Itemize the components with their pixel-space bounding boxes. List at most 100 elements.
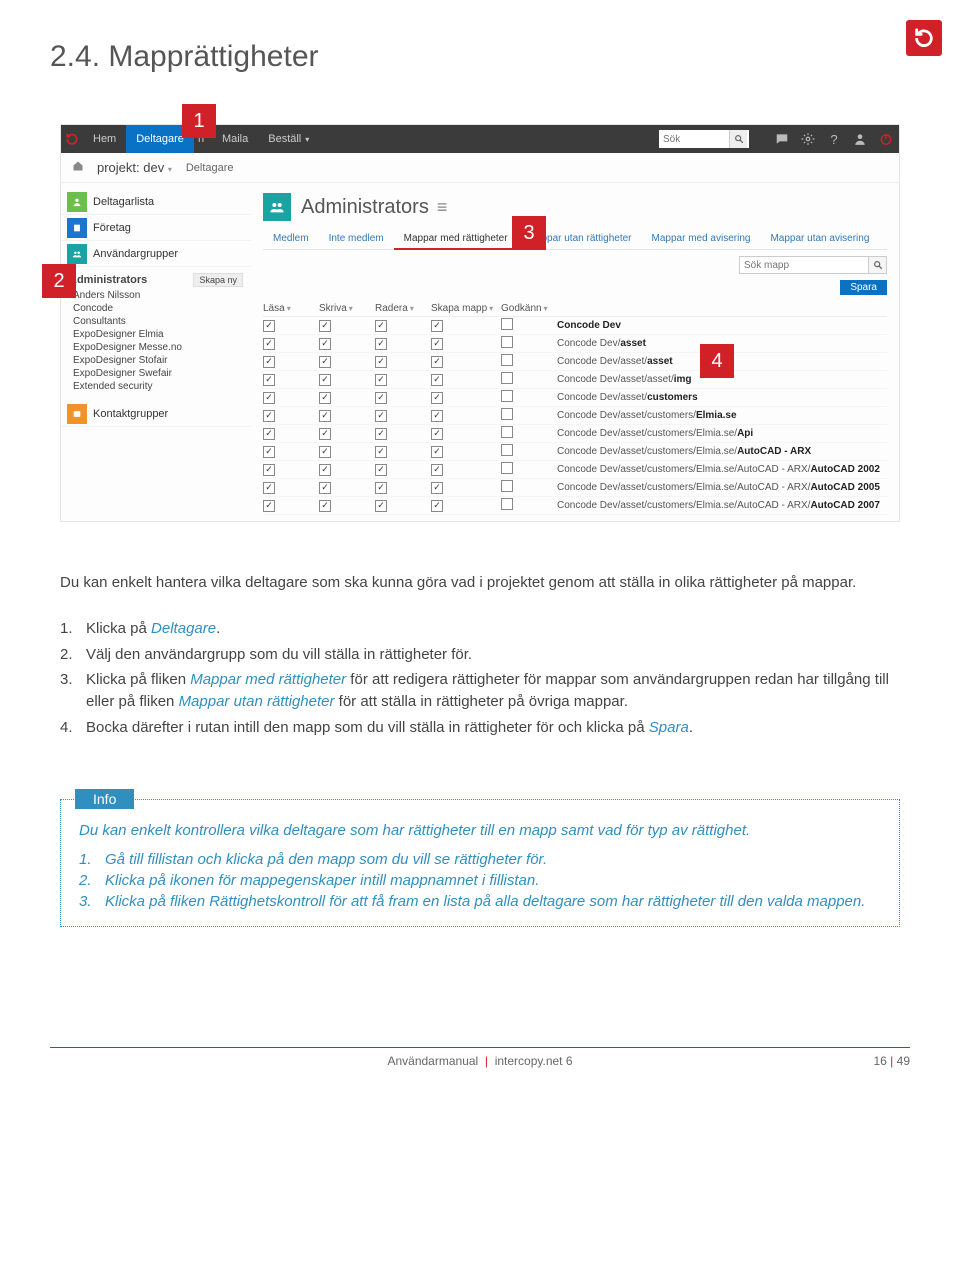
group-admin-head[interactable]: Administrators bbox=[69, 274, 147, 286]
checkbox[interactable]: ✓ bbox=[375, 392, 387, 404]
checkbox[interactable]: ✓ bbox=[319, 464, 331, 476]
checkbox[interactable]: ✓ bbox=[263, 356, 275, 368]
sidebar-item-anvandargrupper[interactable]: Användargrupper bbox=[61, 241, 251, 267]
checkbox[interactable]: ✓ bbox=[263, 446, 275, 458]
chat-icon[interactable] bbox=[769, 125, 795, 153]
checkbox[interactable]: ✓ bbox=[431, 356, 443, 368]
checkbox[interactable]: ✓ bbox=[431, 482, 443, 494]
checkbox[interactable]: ✓ bbox=[319, 356, 331, 368]
sidebar-group-item[interactable]: ExpoDesigner Elmia bbox=[69, 328, 243, 341]
folder-search-input[interactable] bbox=[739, 256, 869, 274]
checkbox[interactable] bbox=[501, 372, 513, 384]
folder-search-button[interactable] bbox=[869, 256, 887, 274]
checkbox[interactable]: ✓ bbox=[263, 428, 275, 440]
save-button[interactable]: Spara bbox=[840, 280, 887, 295]
menu-icon[interactable]: ≡ bbox=[437, 197, 448, 218]
nav-hem[interactable]: Hem bbox=[83, 125, 126, 153]
home-icon[interactable] bbox=[69, 160, 87, 175]
checkbox[interactable]: ✓ bbox=[263, 392, 275, 404]
create-group-button[interactable]: Skapa ny bbox=[193, 273, 243, 287]
sidebar-item-deltagarlista[interactable]: Deltagarlista bbox=[61, 189, 251, 215]
checkbox[interactable]: ✓ bbox=[319, 392, 331, 404]
checkbox[interactable]: ✓ bbox=[375, 320, 387, 332]
sidebar-group-item[interactable]: ExpoDesigner Stofair bbox=[69, 354, 243, 367]
checkbox[interactable]: ✓ bbox=[431, 392, 443, 404]
sidebar-item-foretag[interactable]: Företag bbox=[61, 215, 251, 241]
checkbox[interactable]: ✓ bbox=[319, 338, 331, 350]
checkbox[interactable]: ✓ bbox=[375, 500, 387, 512]
user-icon[interactable] bbox=[847, 125, 873, 153]
checkbox[interactable]: ✓ bbox=[263, 374, 275, 386]
gear-icon[interactable] bbox=[795, 125, 821, 153]
checkbox[interactable] bbox=[501, 354, 513, 366]
checkbox[interactable]: ✓ bbox=[375, 410, 387, 422]
checkbox[interactable]: ✓ bbox=[431, 428, 443, 440]
building-icon bbox=[67, 218, 87, 238]
checkbox[interactable] bbox=[501, 426, 513, 438]
checkbox[interactable]: ✓ bbox=[375, 482, 387, 494]
sidebar-group-item[interactable]: ExpoDesigner Swefair bbox=[69, 367, 243, 380]
help-icon[interactable]: ? bbox=[821, 125, 847, 153]
sidebar-group-item[interactable]: Concode bbox=[69, 302, 243, 315]
checkbox[interactable] bbox=[501, 444, 513, 456]
checkbox[interactable]: ✓ bbox=[263, 338, 275, 350]
checkbox[interactable]: ✓ bbox=[375, 356, 387, 368]
checkbox[interactable]: ✓ bbox=[375, 374, 387, 386]
checkbox[interactable]: ✓ bbox=[431, 374, 443, 386]
checkbox[interactable] bbox=[501, 318, 513, 330]
tab-0[interactable]: Medlem bbox=[263, 229, 319, 249]
global-search-input[interactable] bbox=[659, 134, 729, 145]
checkbox[interactable]: ✓ bbox=[319, 320, 331, 332]
checkbox[interactable] bbox=[501, 480, 513, 492]
global-search[interactable] bbox=[659, 130, 749, 148]
tab-1[interactable]: Inte medlem bbox=[319, 229, 394, 249]
checkbox[interactable]: ✓ bbox=[319, 500, 331, 512]
checkbox[interactable]: ✓ bbox=[319, 410, 331, 422]
checkbox[interactable]: ✓ bbox=[431, 464, 443, 476]
checkbox[interactable]: ✓ bbox=[375, 428, 387, 440]
info-lead: Du kan enkelt kontrollera vilka deltagar… bbox=[79, 822, 881, 839]
checkbox[interactable]: ✓ bbox=[263, 464, 275, 476]
perm-col-head[interactable]: Godkänn▾ bbox=[501, 303, 557, 314]
perm-col-head[interactable]: Radera▾ bbox=[375, 303, 431, 314]
checkbox[interactable] bbox=[501, 408, 513, 420]
tab-5[interactable]: Mappar utan avisering bbox=[760, 229, 879, 249]
sidebar-group-item[interactable]: ExpoDesigner Messe.no bbox=[69, 341, 243, 354]
checkbox[interactable] bbox=[501, 462, 513, 474]
step-3: 3.Klicka på fliken Mappar med rättighete… bbox=[60, 669, 900, 713]
nav-maila[interactable]: Maila bbox=[212, 125, 258, 153]
project-label[interactable]: projekt: dev ▾ bbox=[97, 160, 172, 175]
checkbox[interactable]: ✓ bbox=[263, 500, 275, 512]
power-icon[interactable] bbox=[873, 125, 899, 153]
sidebar-group-item[interactable]: Anders Nilsson bbox=[69, 289, 243, 302]
checkbox[interactable]: ✓ bbox=[319, 428, 331, 440]
checkbox[interactable]: ✓ bbox=[319, 446, 331, 458]
nav-bestall[interactable]: Beställ▾ bbox=[258, 125, 319, 153]
checkbox[interactable]: ✓ bbox=[431, 320, 443, 332]
checkbox[interactable]: ✓ bbox=[431, 338, 443, 350]
tab-2[interactable]: Mappar med rättigheter bbox=[394, 229, 518, 250]
perm-col-head[interactable]: Läsa▾ bbox=[263, 303, 319, 314]
checkbox[interactable]: ✓ bbox=[263, 482, 275, 494]
checkbox[interactable] bbox=[501, 336, 513, 348]
checkbox[interactable]: ✓ bbox=[375, 338, 387, 350]
checkbox[interactable]: ✓ bbox=[263, 320, 275, 332]
perm-col-head[interactable]: Skriva▾ bbox=[319, 303, 375, 314]
global-search-button[interactable] bbox=[729, 130, 747, 148]
checkbox[interactable] bbox=[501, 390, 513, 402]
checkbox[interactable]: ✓ bbox=[431, 410, 443, 422]
sidebar-group-item[interactable]: Consultants bbox=[69, 315, 243, 328]
sidebar-item-kontaktgrupper[interactable]: Kontaktgrupper bbox=[61, 401, 251, 427]
sidebar-group-item[interactable]: Extended security bbox=[69, 380, 243, 393]
checkbox[interactable]: ✓ bbox=[263, 410, 275, 422]
checkbox[interactable] bbox=[501, 498, 513, 510]
checkbox[interactable]: ✓ bbox=[375, 464, 387, 476]
checkbox[interactable]: ✓ bbox=[431, 446, 443, 458]
checkbox[interactable]: ✓ bbox=[319, 374, 331, 386]
page-footer: Användarmanual | intercopy.net 6 16 | 49 bbox=[50, 1047, 910, 1098]
tab-4[interactable]: Mappar med avisering bbox=[642, 229, 761, 249]
checkbox[interactable]: ✓ bbox=[375, 446, 387, 458]
perm-col-head[interactable]: Skapa mapp▾ bbox=[431, 303, 501, 314]
checkbox[interactable]: ✓ bbox=[431, 500, 443, 512]
checkbox[interactable]: ✓ bbox=[319, 482, 331, 494]
